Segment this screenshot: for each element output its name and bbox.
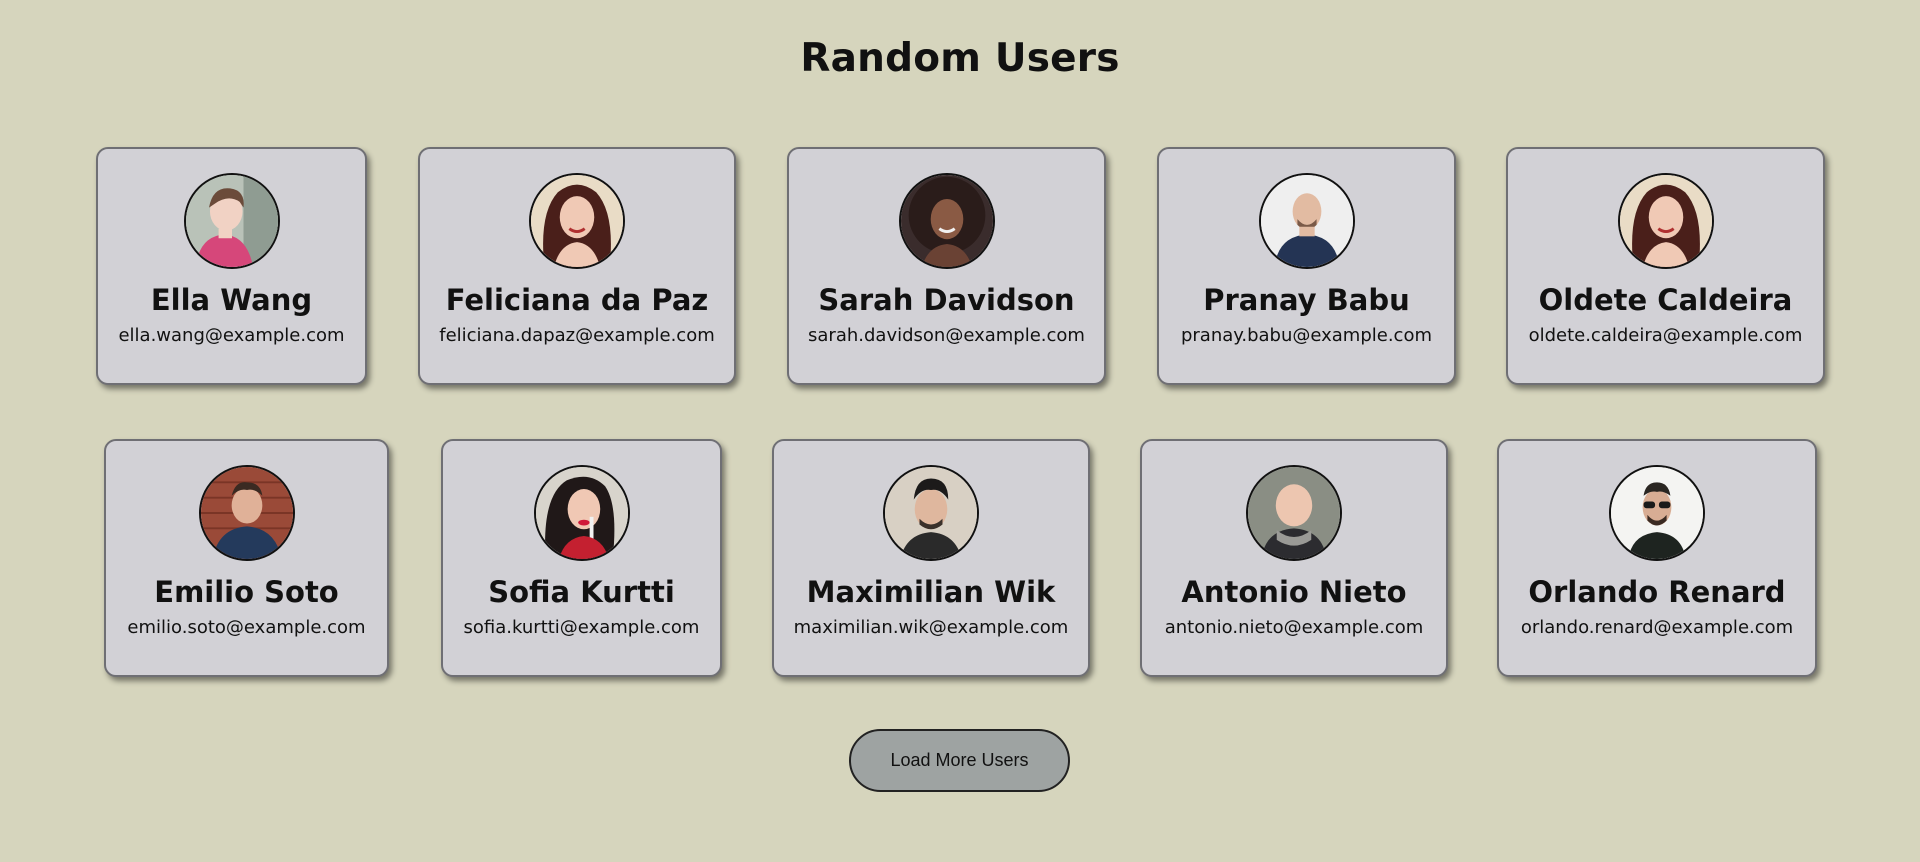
avatar-photo-icon xyxy=(1248,467,1340,559)
avatar xyxy=(1258,173,1355,269)
avatar xyxy=(883,465,979,561)
user-card[interactable]: Pranay Babu pranay.babu@example.com xyxy=(1157,147,1456,385)
user-card[interactable]: Ella Wang ella.wang@example.com xyxy=(96,147,367,385)
avatar-photo-icon xyxy=(531,175,623,267)
user-email: emilio.soto@example.com xyxy=(127,617,366,638)
user-name: Ella Wang xyxy=(150,283,313,317)
user-name: Maximilian Wik xyxy=(806,575,1056,609)
avatar-photo-icon xyxy=(535,467,628,559)
user-email: ella.wang@example.com xyxy=(118,325,345,346)
user-name: Antonio Nieto xyxy=(1181,575,1407,609)
user-row-1: Ella Wang ella.wang@example.com Felician… xyxy=(0,147,1920,387)
user-email: oldete.caldeira@example.com xyxy=(1528,325,1803,346)
user-card[interactable]: Sofia Kurtti sofia.kurtti@example.com xyxy=(441,439,722,677)
user-email: sarah.davidson@example.com xyxy=(808,325,1085,346)
avatar-photo-icon xyxy=(900,175,993,267)
avatar xyxy=(529,173,625,269)
avatar-photo-icon xyxy=(885,467,977,559)
load-more-users-button[interactable]: Load More Users xyxy=(849,729,1070,792)
avatar-photo-icon xyxy=(185,175,278,267)
user-name: Emilio Soto xyxy=(154,575,339,609)
user-card[interactable]: Feliciana da Paz feliciana.dapaz@example… xyxy=(418,147,736,385)
avatar-photo-icon xyxy=(1611,467,1703,559)
avatar xyxy=(198,465,295,561)
avatar xyxy=(1609,465,1705,561)
page-title: Random Users xyxy=(800,36,1120,81)
user-card[interactable]: Sarah Davidson sarah.davidson@example.co… xyxy=(787,147,1106,385)
avatar xyxy=(898,173,995,269)
user-email: feliciana.dapaz@example.com xyxy=(439,325,715,346)
user-name: Pranay Babu xyxy=(1203,283,1410,317)
user-card[interactable]: Orlando Renard orlando.renard@example.co… xyxy=(1497,439,1817,677)
user-name: Sofia Kurtti xyxy=(488,575,675,609)
user-name: Feliciana da Paz xyxy=(445,283,709,317)
avatar xyxy=(1246,465,1342,561)
user-card[interactable]: Oldete Caldeira oldete.caldeira@example.… xyxy=(1506,147,1825,385)
user-email: antonio.nieto@example.com xyxy=(1164,617,1424,638)
avatar-photo-icon xyxy=(1619,175,1712,267)
avatar-photo-icon xyxy=(200,467,293,559)
avatar xyxy=(1617,173,1714,269)
user-card[interactable]: Maximilian Wik maximilian.wik@example.co… xyxy=(772,439,1090,677)
avatar xyxy=(533,465,630,561)
avatar-photo-icon xyxy=(1260,175,1353,267)
user-card[interactable]: Antonio Nieto antonio.nieto@example.com xyxy=(1140,439,1448,677)
user-row-2: Emilio Soto emilio.soto@example.com Sofi… xyxy=(0,439,1920,679)
user-name: Orlando Renard xyxy=(1528,575,1786,609)
user-email: sofia.kurtti@example.com xyxy=(463,617,700,638)
user-name: Sarah Davidson xyxy=(818,283,1075,317)
user-card[interactable]: Emilio Soto emilio.soto@example.com xyxy=(104,439,389,677)
avatar xyxy=(183,173,280,269)
user-name: Oldete Caldeira xyxy=(1538,283,1793,317)
user-email: pranay.babu@example.com xyxy=(1180,325,1433,346)
user-email: maximilian.wik@example.com xyxy=(793,617,1069,638)
user-email: orlando.renard@example.com xyxy=(1520,617,1794,638)
